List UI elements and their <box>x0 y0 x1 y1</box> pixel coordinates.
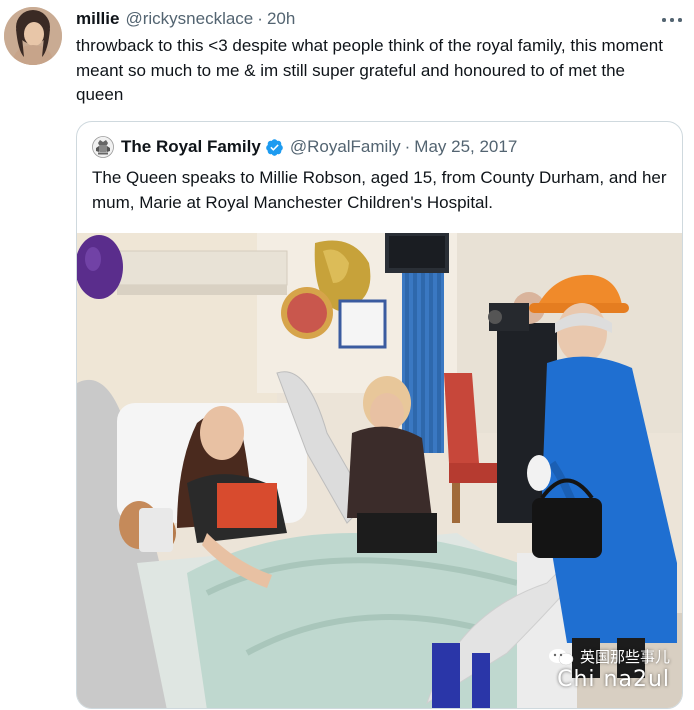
watermark: 英国那些事儿 Chi na2ul <box>548 646 670 692</box>
quoted-display-name[interactable]: The Royal Family <box>121 137 261 157</box>
tweet-text: throwback to this <3 despite what people… <box>76 36 663 104</box>
tweet[interactable]: millie @rickysnecklace · 20h throwback t… <box>0 0 694 710</box>
more-horizontal-icon[interactable] <box>660 8 684 32</box>
verified-badge-icon <box>266 138 283 156</box>
user-handle[interactable]: @rickysnecklace <box>125 9 253 29</box>
avatar[interactable] <box>4 7 62 65</box>
separator: · <box>257 9 263 28</box>
watermark-line-1: 英国那些事儿 <box>579 649 670 666</box>
royal-crest-icon <box>92 136 114 158</box>
quoted-tweet[interactable]: The Royal Family @RoyalFamily · May 25, … <box>76 121 683 709</box>
tweet-header: millie @rickysnecklace · 20h <box>76 9 295 29</box>
tweet-timestamp[interactable]: 20h <box>267 9 295 29</box>
quoted-tweet-header: The Royal Family @RoyalFamily · May 25, … <box>92 136 517 158</box>
quoted-date[interactable]: May 25, 2017 <box>414 137 517 157</box>
separator: · <box>404 137 411 156</box>
watermark-line-2: Chi na2ul <box>557 667 670 692</box>
wechat-icon <box>548 648 574 665</box>
quoted-user-handle[interactable]: @RoyalFamily <box>290 137 401 157</box>
quoted-tweet-photo[interactable]: 英国那些事儿 Chi na2ul <box>77 233 682 708</box>
quoted-tweet-text: The Queen speaks to Millie Robson, aged … <box>92 168 667 212</box>
display-name[interactable]: millie <box>76 9 119 29</box>
